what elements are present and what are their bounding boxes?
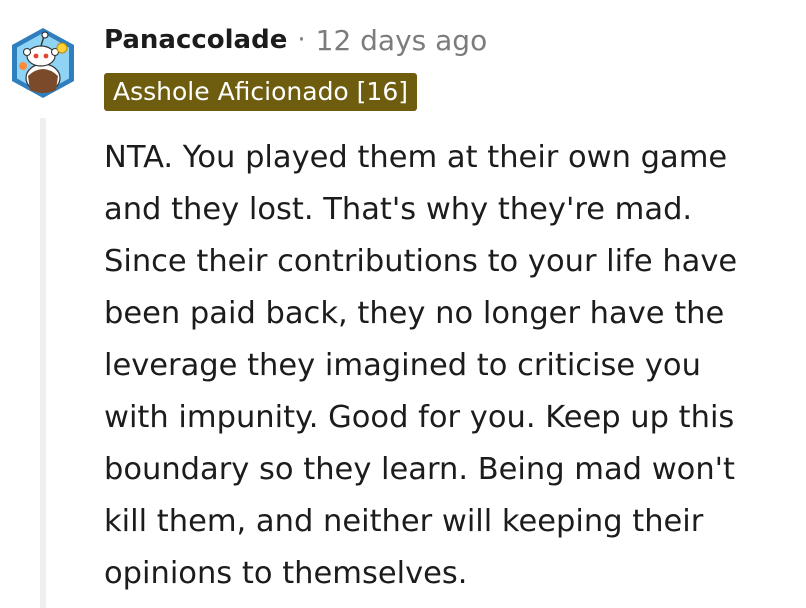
comment-body-line: been paid back, they no longer have the: [104, 296, 725, 331]
comment-body-line: Since their contributions to your life h…: [104, 244, 738, 279]
user-flair-badge: Asshole Aficionado [16]: [104, 73, 417, 111]
meta-separator: ·: [297, 25, 306, 55]
snoo-avatar-icon[interactable]: [8, 26, 78, 100]
comment-body-line: opinions to themselves.: [104, 556, 468, 591]
comment-header: Panaccolade · 12 days ago: [104, 22, 487, 58]
comment-body-line: kill them, and neither will keeping thei…: [104, 504, 704, 539]
comment-body-line: boundary so they learn. Being mad won't: [104, 452, 735, 487]
comment-body-line: NTA. You played them at their own game: [104, 140, 728, 175]
comment-timestamp[interactable]: 12 days ago: [316, 24, 488, 57]
comment: Panaccolade · 12 days ago Asshole Aficio…: [0, 0, 806, 608]
comment-body-line: leverage they imagined to criticise you: [104, 348, 701, 383]
username-link[interactable]: Panaccolade: [104, 25, 287, 55]
thread-collapse-line[interactable]: [40, 118, 46, 608]
comment-body-line: and they lost. That's why they're mad.: [104, 192, 693, 227]
comment-body: NTA. You played them at their own game a…: [104, 132, 800, 600]
comment-body-line: with impunity. Good for you. Keep up thi…: [104, 400, 735, 435]
